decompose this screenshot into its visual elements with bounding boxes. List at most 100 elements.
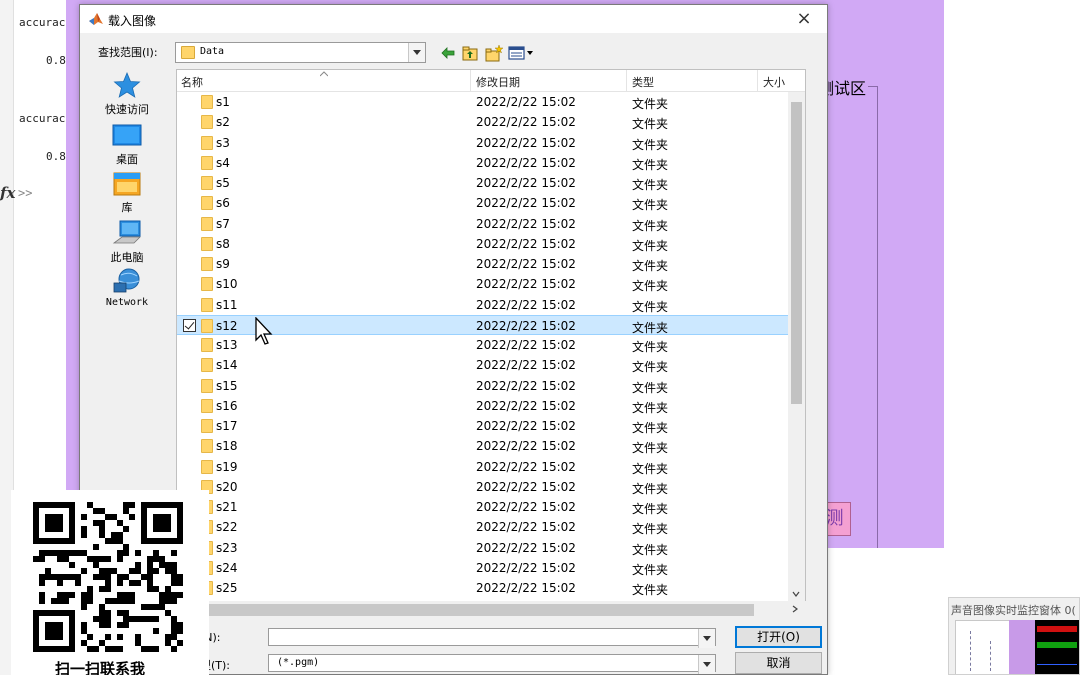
file-name: s7	[216, 216, 230, 231]
chevron-down-icon[interactable]	[698, 655, 715, 674]
file-row[interactable]: s15 2022/2/22 15:02 文件夹	[177, 376, 788, 396]
file-name: s13	[216, 338, 238, 352]
folder-icon	[201, 318, 213, 333]
column-name-header[interactable]: 名称	[181, 74, 203, 90]
file-row[interactable]: s20 2022/2/22 15:02 文件夹	[177, 477, 788, 497]
new-folder-icon[interactable]	[485, 43, 503, 63]
file-row[interactable]: s8 2022/2/22 15:02 文件夹	[177, 234, 788, 254]
folder-icon	[201, 378, 213, 393]
file-row[interactable]: s3 2022/2/22 15:02 文件夹	[177, 133, 788, 153]
file-name: s3	[216, 135, 230, 150]
folder-icon	[201, 95, 213, 109]
file-row[interactable]: s18 2022/2/22 15:02 文件夹	[177, 436, 788, 456]
place-label: 此电脑	[110, 251, 144, 264]
file-date: 2022/2/22 15:02	[476, 236, 576, 251]
scroll-down-arrow-icon[interactable]	[792, 590, 800, 598]
file-row[interactable]: s10 2022/2/22 15:02 文件夹	[177, 274, 788, 294]
command-prompt[interactable]: >>	[18, 186, 32, 200]
vertical-scrollbar[interactable]	[788, 92, 805, 602]
column-size-header[interactable]: 大小	[763, 74, 785, 90]
file-name: s16	[216, 398, 238, 413]
file-row[interactable]: s14 2022/2/22 15:02 文件夹	[177, 355, 788, 375]
file-type: 文件夹	[632, 198, 669, 213]
file-row[interactable]: s7 2022/2/22 15:02 文件夹	[177, 214, 788, 234]
file-type: 文件夹	[632, 117, 669, 132]
place-library[interactable]: 库	[95, 169, 159, 215]
file-type: 文件夹	[632, 583, 669, 597]
file-row[interactable]: s1 2022/2/22 15:02 文件夹	[177, 92, 788, 112]
folder-icon	[201, 358, 213, 373]
file-date: 2022/2/22 15:02	[476, 216, 576, 231]
file-row[interactable]: s11 2022/2/22 15:02 文件夹	[177, 295, 788, 315]
file-row[interactable]: s9 2022/2/22 15:02 文件夹	[177, 254, 788, 274]
file-name: s1	[216, 95, 230, 109]
up-folder-icon[interactable]	[461, 43, 479, 63]
place-label: 桌面	[116, 153, 138, 166]
folder-icon	[201, 135, 213, 150]
dialog-titlebar[interactable]: 载入图像 ×	[80, 5, 827, 33]
file-name-input[interactable]	[268, 628, 716, 648]
place-label: 库	[121, 201, 133, 214]
scroll-right-arrow-icon[interactable]	[791, 605, 799, 613]
view-menu-icon[interactable]	[508, 43, 536, 63]
file-row[interactable]: s16 2022/2/22 15:02 文件夹	[177, 396, 788, 416]
look-in-dropdown[interactable]: Data	[175, 42, 426, 63]
checkbox-checked-icon[interactable]	[183, 318, 196, 332]
file-row[interactable]: s19 2022/2/22 15:02 文件夹	[177, 457, 788, 477]
vertical-scroll-thumb[interactable]	[791, 102, 802, 404]
dialog-title: 载入图像	[108, 14, 157, 28]
monitor-window-thumbnail[interactable]: 声音图像实时监控窗体 0(	[948, 597, 1080, 675]
cancel-button[interactable]: 取消	[735, 652, 822, 674]
function-icon[interactable]: fx	[0, 184, 15, 202]
file-date: 2022/2/22 15:02	[476, 500, 576, 514]
folder-icon	[201, 419, 213, 433]
file-date: 2022/2/22 15:02	[476, 439, 576, 454]
file-type: 文件夹	[632, 320, 669, 335]
folder-icon	[181, 46, 195, 59]
file-row[interactable]: s17 2022/2/22 15:02 文件夹	[177, 416, 788, 436]
chevron-down-icon[interactable]	[408, 43, 425, 62]
column-type-header[interactable]: 类型	[632, 74, 654, 90]
back-arrow-icon[interactable]	[440, 43, 456, 63]
file-date: 2022/2/22 15:02	[476, 459, 576, 474]
file-name: s9	[216, 257, 230, 271]
file-date: 2022/2/22 15:02	[476, 196, 576, 211]
open-button[interactable]: 打开(O)	[735, 626, 822, 648]
file-row[interactable]: s24 2022/2/22 15:02 文件夹	[177, 558, 788, 578]
chevron-down-icon[interactable]	[698, 629, 715, 648]
place-network[interactable]: Network	[95, 267, 159, 308]
folder-icon	[201, 196, 213, 211]
close-button[interactable]: ×	[781, 5, 827, 33]
file-type: 文件夹	[632, 137, 669, 152]
file-row[interactable]: s4 2022/2/22 15:02 文件夹	[177, 153, 788, 173]
file-date: 2022/2/22 15:02	[476, 520, 576, 535]
file-row[interactable]: s5 2022/2/22 15:02 文件夹	[177, 173, 788, 193]
file-type-dropdown[interactable]: (*.pgm)	[268, 654, 716, 674]
file-date: 2022/2/22 15:02	[476, 540, 576, 555]
file-date: 2022/2/22 15:02	[476, 338, 576, 352]
computer-icon	[112, 220, 141, 244]
place-this-pc[interactable]: 此电脑	[95, 219, 159, 265]
file-row[interactable]: s25 2022/2/22 15:02 文件夹	[177, 578, 788, 598]
horizontal-scroll-thumb[interactable]	[176, 604, 754, 616]
place-desktop[interactable]: 桌面	[95, 121, 159, 167]
file-date: 2022/2/22 15:02	[476, 135, 576, 150]
file-date: 2022/2/22 15:02	[476, 277, 576, 292]
file-date: 2022/2/22 15:02	[476, 378, 576, 393]
folder-icon	[201, 176, 213, 190]
file-row[interactable]: s22 2022/2/22 15:02 文件夹	[177, 517, 788, 537]
file-row[interactable]: s2 2022/2/22 15:02 文件夹	[177, 112, 788, 132]
column-date-header[interactable]: 修改日期	[476, 74, 520, 90]
file-row[interactable]: s6 2022/2/22 15:02 文件夹	[177, 193, 788, 213]
file-name: s12	[216, 318, 238, 333]
file-type: 文件夹	[632, 461, 669, 476]
place-quick-access[interactable]: 快速访问	[95, 71, 159, 117]
folder-icon	[201, 155, 213, 170]
file-name: s4	[216, 155, 230, 170]
horizontal-scrollbar[interactable]	[176, 601, 806, 618]
file-row[interactable]: s21 2022/2/22 15:02 文件夹	[177, 497, 788, 517]
folder-icon	[201, 297, 213, 312]
file-row[interactable]: s23 2022/2/22 15:02 文件夹	[177, 538, 788, 558]
command-output-line: accurac	[19, 16, 66, 29]
place-label: 快速访问	[105, 103, 149, 116]
